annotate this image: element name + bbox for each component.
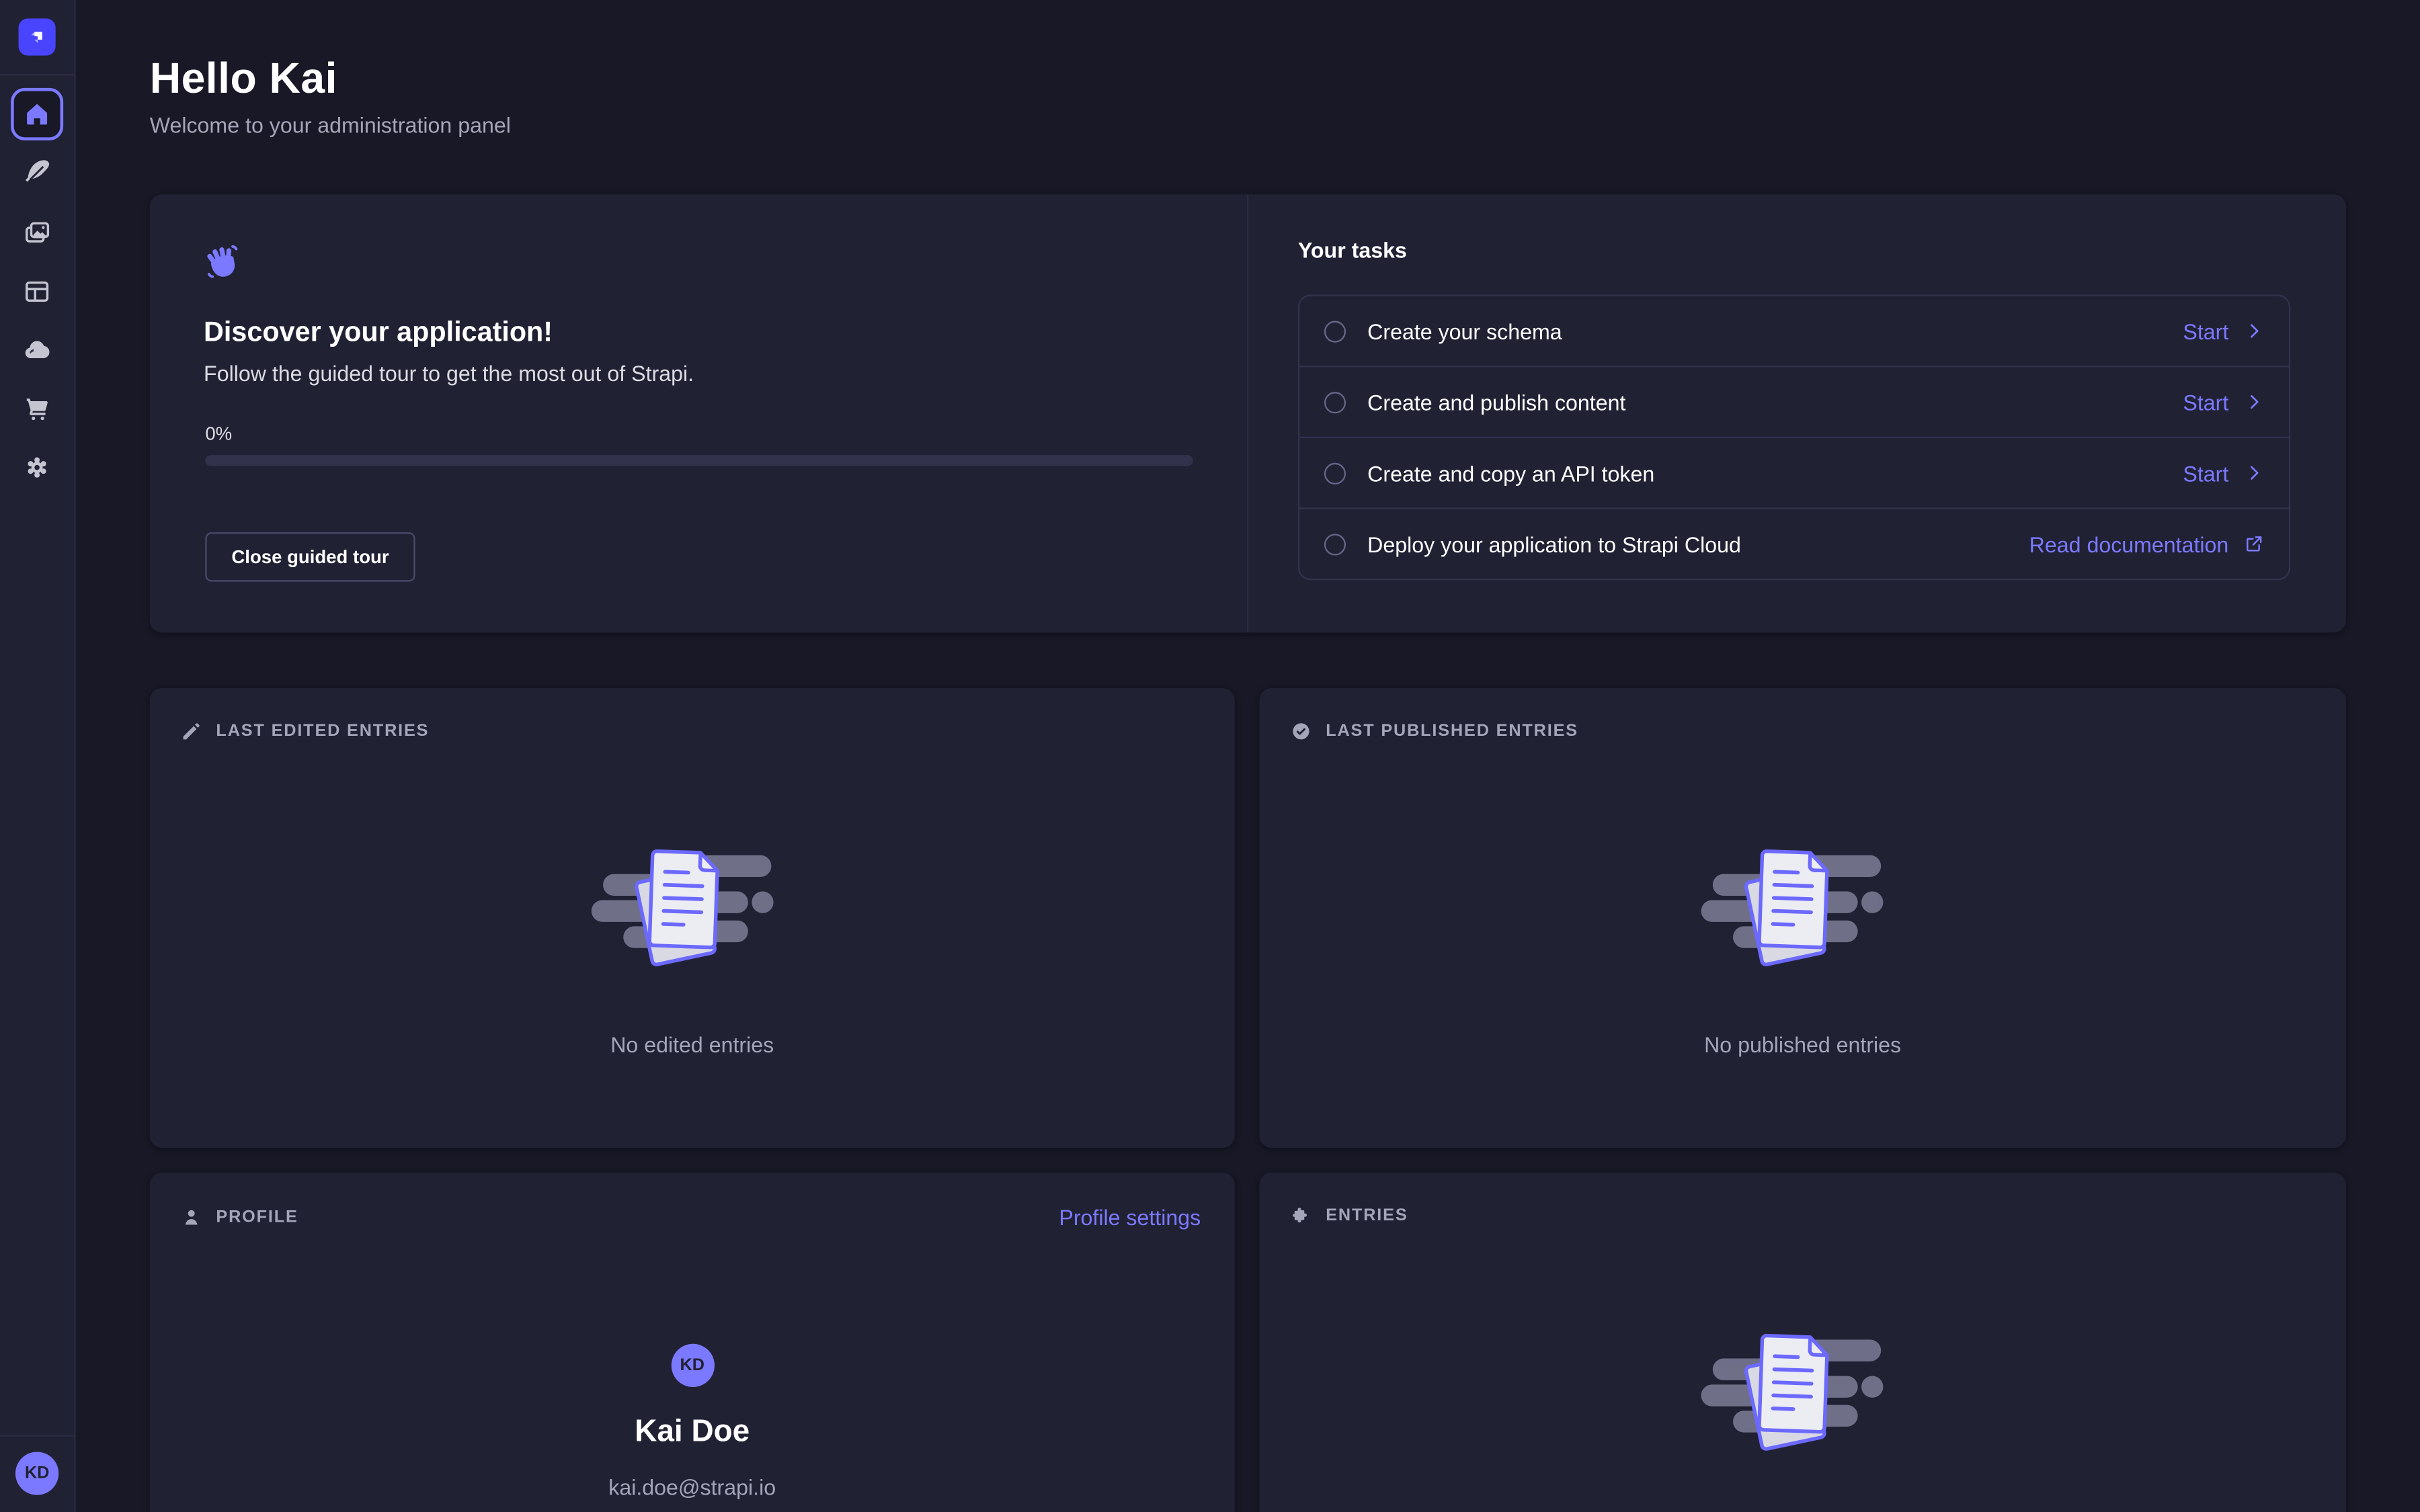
person-icon (181, 1206, 202, 1228)
task-row: Create and copy an API token Start (1299, 437, 2289, 508)
guided-tour-title: Discover your application! (204, 317, 553, 349)
your-tasks-column: Your tasks Create your schema Start Crea… (1248, 194, 2345, 632)
external-link-icon (2244, 534, 2264, 554)
guided-tour-description: Follow the guided tour to get the most o… (204, 361, 694, 386)
sidebar-item-deploy-cloud[interactable] (0, 324, 74, 376)
gear-icon (22, 452, 52, 483)
task-status-circle (1324, 533, 1346, 554)
widget-title: LAST PUBLISHED ENTRIES (1326, 722, 1578, 741)
sidebar-item-content-manager[interactable] (0, 146, 74, 199)
task-start-link[interactable]: Start (2183, 390, 2264, 415)
empty-state: No published entries (1259, 1322, 2345, 1512)
task-action-label: Start (2183, 319, 2228, 343)
progress-label: 0% (205, 423, 232, 444)
sidebar-divider (0, 1435, 74, 1436)
close-guided-tour-button[interactable]: Close guided tour (205, 532, 415, 581)
widget-header: PROFILE Profile settings (150, 1173, 1235, 1230)
widget-title: ENTRIES (1326, 1206, 1408, 1225)
profile-name: Kai Doe (635, 1415, 750, 1450)
task-status-circle (1324, 320, 1346, 341)
page-title: Hello Kai (150, 54, 337, 103)
empty-state: No published entries (1259, 838, 2345, 1057)
task-status-circle (1324, 391, 1346, 413)
task-label: Create and copy an API token (1367, 460, 2161, 485)
sidebar-item-settings[interactable] (0, 442, 74, 494)
pencil-icon (181, 720, 202, 742)
task-label: Create and publish content (1367, 390, 2161, 415)
widget-title: PROFILE (216, 1208, 298, 1227)
task-row: Deploy your application to Strapi Cloud … (1299, 507, 2289, 579)
task-status-circle (1324, 462, 1346, 484)
sidebar-divider (0, 74, 74, 75)
profile-card: PROFILE Profile settings KD Kai Doe kai.… (150, 1173, 1235, 1512)
widget-header: LAST PUBLISHED ENTRIES (1259, 688, 2345, 742)
read-documentation-link[interactable]: Read documentation (2029, 532, 2264, 556)
strapi-logo (19, 19, 56, 56)
progress-bar (205, 455, 1193, 466)
strapi-logo-icon (25, 25, 50, 50)
task-row: Create and publish content Start (1299, 366, 2289, 437)
feather-icon (22, 157, 52, 188)
task-start-link[interactable]: Start (2183, 319, 2264, 343)
empty-state-text: No edited entries (610, 1032, 774, 1057)
sidebar-item-media-library[interactable] (0, 207, 74, 259)
chevron-right-icon (2244, 321, 2264, 341)
documents-illustration (590, 838, 794, 983)
guided-tour-column: Discover your application! Follow the gu… (150, 194, 1247, 632)
sidebar-item-marketplace[interactable] (0, 382, 74, 435)
documents-illustration (1701, 1322, 1904, 1468)
chevron-right-icon (2244, 463, 2264, 483)
sidebar-item-content-type-builder[interactable] (0, 265, 74, 318)
task-start-link[interactable]: Start (2183, 460, 2264, 485)
task-label: Deploy your application to Strapi Cloud (1367, 532, 2007, 556)
last-edited-entries-card: LAST EDITED ENTRIES No edited entries (150, 688, 1235, 1148)
profile-avatar: KD (671, 1344, 714, 1387)
tasks-heading: Your tasks (1298, 238, 1407, 263)
task-action-label: Read documentation (2029, 532, 2229, 556)
waving-hand-icon (204, 244, 242, 282)
page-subtitle: Welcome to your administration panel (150, 113, 511, 138)
user-avatar[interactable]: KD (15, 1452, 58, 1495)
widget-header: ENTRIES (1259, 1173, 2345, 1226)
task-action-label: Start (2183, 460, 2228, 485)
check-circle-icon (1290, 720, 1312, 742)
entries-card: ENTRIES No published entries (1259, 1173, 2345, 1512)
empty-state-text: No published entries (1704, 1032, 1901, 1057)
widget-header: LAST EDITED ENTRIES (150, 688, 1235, 742)
puzzle-icon (1290, 1205, 1312, 1226)
sidebar: KD (0, 0, 76, 1512)
strapi-admin-dashboard: KD Hello Kai Welcome to your administrat… (0, 0, 2420, 1512)
media-library-icon (22, 218, 52, 249)
home-icon (23, 100, 50, 128)
chevron-right-icon (2244, 392, 2264, 412)
widget-title: LAST EDITED ENTRIES (216, 722, 429, 741)
last-published-entries-card: LAST PUBLISHED ENTRIES No published entr… (1259, 688, 2345, 1148)
task-action-label: Start (2183, 390, 2228, 415)
profile-email: kai.doe@strapi.io (608, 1475, 776, 1500)
profile-body: KD Kai Doe kai.doe@strapi.io (150, 1344, 1235, 1512)
sidebar-item-home[interactable] (11, 88, 63, 140)
task-list: Create your schema Start Create and publ… (1298, 295, 2290, 581)
guided-tour-card: Discover your application! Follow the gu… (150, 194, 2346, 632)
cloud-icon (22, 335, 52, 366)
documents-illustration (1701, 838, 1904, 983)
profile-settings-link[interactable]: Profile settings (1059, 1205, 1201, 1230)
layout-icon (22, 276, 52, 307)
task-row: Create your schema Start (1299, 296, 2289, 366)
cart-icon (22, 393, 52, 424)
empty-state: No edited entries (150, 838, 1235, 1057)
task-label: Create your schema (1367, 319, 2161, 343)
